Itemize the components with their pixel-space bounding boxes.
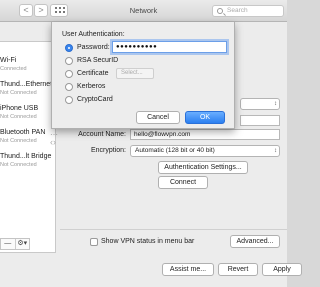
sheet-title: User Authentication: xyxy=(62,31,125,38)
service-item-thunderbolt-ethernet[interactable]: Thund...Ethernet Not Connected xyxy=(0,78,56,102)
user-authentication-sheet: User Authentication: Password: ●●●●●●●●●… xyxy=(51,22,235,129)
titlebar: < > Network Search xyxy=(0,0,287,22)
service-status: Not Connected xyxy=(0,138,37,144)
apply-button[interactable]: Apply xyxy=(262,263,302,276)
service-name: iPhone USB xyxy=(0,105,39,112)
assist-me-button[interactable]: Assist me... xyxy=(162,263,214,276)
service-item-iphone-usb[interactable]: iPhone USB Not Connected xyxy=(0,102,56,126)
service-item-wifi[interactable]: Wi-Fi Connected xyxy=(0,54,56,78)
chevron-updown-icon: ↕ xyxy=(274,148,277,154)
sidebar-toolbar: — ⚙▾ xyxy=(0,238,30,250)
kerberos-radio[interactable] xyxy=(65,83,73,91)
service-status: Not Connected xyxy=(0,114,37,120)
connect-button[interactable]: Connect xyxy=(158,176,208,189)
service-name: Thund...Ethernet xyxy=(0,81,53,88)
service-name: Thund...lt Bridge xyxy=(0,153,52,160)
chevron-updown-icon: ↕ xyxy=(274,101,277,107)
show-vpn-status-label: Show VPN status in menu bar xyxy=(101,238,195,245)
server-address-field[interactable] xyxy=(240,115,280,126)
password-radio[interactable] xyxy=(65,44,73,52)
service-status: Not Connected xyxy=(0,90,37,96)
certificate-label: Certificate xyxy=(77,70,109,77)
kerberos-label: Kerberos xyxy=(77,83,106,90)
service-name: Wi-Fi xyxy=(0,57,17,64)
configuration-popup[interactable]: ↕ xyxy=(240,98,280,110)
rsa-securid-label: RSA SecurID xyxy=(77,57,119,64)
remove-service-button[interactable]: — xyxy=(1,239,16,249)
divider xyxy=(60,229,287,230)
encryption-value: Automatic (128 bit or 40 bit) xyxy=(135,147,215,154)
rsa-securid-radio[interactable] xyxy=(65,57,73,65)
network-window: < > Network Search Wi-Fi Connected Thund… xyxy=(0,0,302,287)
gear-icon[interactable]: ⚙▾ xyxy=(16,239,30,249)
advanced-button[interactable]: Advanced... xyxy=(230,235,280,248)
cancel-button[interactable]: Cancel xyxy=(136,111,180,124)
ok-button[interactable]: OK xyxy=(185,111,225,124)
cryptocard-label: CryptoCard xyxy=(77,96,113,103)
encryption-popup[interactable]: Automatic (128 bit or 40 bit) ↕ xyxy=(130,145,280,157)
certificate-radio[interactable] xyxy=(65,70,73,78)
service-item-thunderbolt-bridge[interactable]: Thund...lt Bridge Not Connected xyxy=(0,150,56,174)
select-certificate-button[interactable]: Select... xyxy=(116,68,154,79)
account-name-label: Account Name: xyxy=(78,131,126,138)
service-list: Wi-Fi Connected Thund...Ethernet Not Con… xyxy=(0,41,56,253)
service-status: Connected xyxy=(0,66,27,72)
cryptocard-radio[interactable] xyxy=(65,96,73,104)
password-option-label: Password: xyxy=(77,44,110,51)
account-name-field[interactable]: hello@flowvpn.com xyxy=(130,129,280,140)
encryption-label: Encryption: xyxy=(90,147,126,154)
authentication-settings-button[interactable]: Authentication Settings... xyxy=(158,161,248,174)
service-item-bluetooth-pan[interactable]: Bluetooth PAN Not Connected xyxy=(0,126,56,150)
password-field[interactable]: ●●●●●●●●●● xyxy=(112,41,227,53)
arrows-icon: ‹› xyxy=(50,137,56,147)
revert-button[interactable]: Revert xyxy=(218,263,258,276)
service-name: Bluetooth PAN xyxy=(0,129,46,136)
service-status: Not Connected xyxy=(0,162,37,168)
search-placeholder: Search xyxy=(227,7,248,14)
search-field[interactable]: Search xyxy=(212,5,284,17)
search-icon xyxy=(217,8,223,14)
show-vpn-status-checkbox[interactable] xyxy=(90,238,98,246)
